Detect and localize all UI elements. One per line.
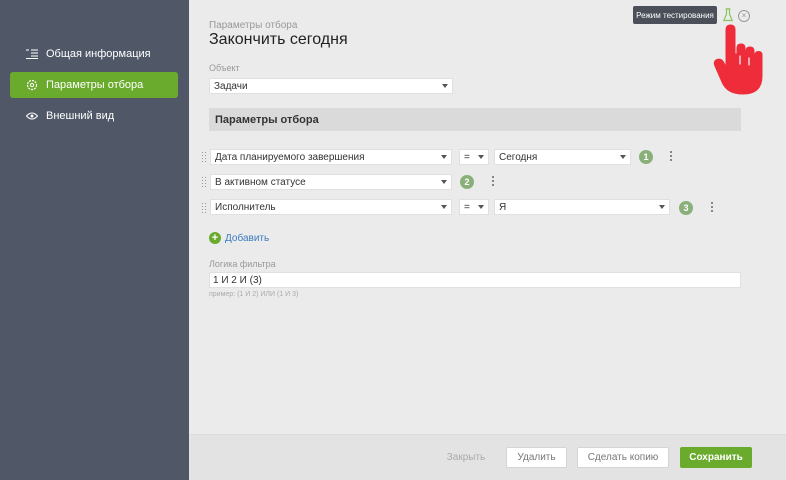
object-select[interactable]: Задачи: [209, 78, 453, 94]
add-filter-button[interactable]: + Добавить: [209, 232, 269, 244]
more-vertical-icon[interactable]: [492, 176, 495, 188]
filter-field-value: В активном статусе: [215, 176, 306, 188]
drag-handle-icon[interactable]: [202, 152, 206, 162]
plus-icon: +: [209, 232, 221, 244]
flask-icon[interactable]: [722, 8, 734, 22]
filter-logic-input[interactable]: 1 И 2 И (3): [209, 272, 741, 288]
sidebar-item-appearance[interactable]: Внешний вид: [10, 103, 178, 129]
chevron-down-icon: [442, 84, 448, 88]
page-title: Закончить сегодня: [209, 31, 348, 48]
sidebar: Общая информация Параметры отбора Внешни…: [0, 0, 189, 480]
sidebar-item-label: Общая информация: [46, 48, 151, 60]
drag-handle-icon[interactable]: [202, 177, 206, 187]
add-filter-label: Добавить: [225, 232, 270, 244]
sidebar-item-label: Внешний вид: [46, 110, 115, 122]
close-icon[interactable]: ×: [738, 10, 750, 22]
filter-index-badge: 3: [679, 201, 693, 215]
filter-operator-value: =: [464, 151, 470, 163]
chevron-down-icon: [441, 155, 447, 159]
close-button[interactable]: Закрыть: [436, 447, 496, 468]
filter-value-select[interactable]: Я: [494, 199, 670, 215]
eye-icon: [26, 110, 38, 122]
filter-section-header: Параметры отбора: [209, 108, 741, 131]
filter-value-value: Я: [499, 201, 507, 213]
chevron-down-icon: [478, 155, 484, 159]
copy-button[interactable]: Сделать копию: [577, 447, 669, 468]
filter-operator-value: =: [464, 201, 470, 213]
main-panel: Параметры отбора Закончить сегодня Объек…: [189, 0, 786, 480]
sidebar-item-label: Параметры отбора: [46, 79, 144, 91]
filter-operator-select[interactable]: =: [459, 199, 489, 215]
more-vertical-icon[interactable]: [670, 151, 673, 163]
filter-index-badge: 2: [460, 175, 474, 189]
filter-field-select[interactable]: В активном статусе: [210, 174, 452, 190]
sidebar-item-general-info[interactable]: Общая информация: [10, 41, 178, 67]
filter-index-badge: 1: [639, 150, 653, 164]
breadcrumb: Параметры отбора: [209, 20, 298, 31]
chevron-down-icon: [620, 155, 626, 159]
filter-field-select[interactable]: Исполнитель: [210, 199, 452, 215]
more-vertical-icon[interactable]: [711, 202, 714, 214]
footer-bar: Закрыть Удалить Сделать копию Сохранить: [189, 434, 786, 480]
filter-value-select[interactable]: Сегодня: [494, 149, 631, 165]
filter-field-value: Исполнитель: [215, 201, 276, 213]
filter-operator-select[interactable]: =: [459, 149, 489, 165]
gear-icon: [26, 79, 38, 91]
object-select-value: Задачи: [214, 80, 248, 92]
filter-logic-hint: пример: (1 И 2) ИЛИ (1 И 3): [209, 291, 299, 298]
chevron-down-icon: [478, 205, 484, 209]
test-mode-tooltip: Режим тестирования: [633, 6, 717, 24]
object-label: Объект: [209, 63, 240, 73]
filter-value-value: Сегодня: [499, 151, 538, 163]
filter-field-value: Дата планируемого завершения: [215, 151, 365, 163]
filter-logic-label: Логика фильтра: [209, 259, 276, 269]
filter-field-select[interactable]: Дата планируемого завершения: [210, 149, 452, 165]
drag-handle-icon[interactable]: [202, 203, 206, 213]
save-button[interactable]: Сохранить: [680, 447, 752, 468]
delete-button[interactable]: Удалить: [506, 447, 567, 468]
chevron-down-icon: [441, 205, 447, 209]
sidebar-item-filter-params[interactable]: Параметры отбора: [10, 72, 178, 98]
chevron-down-icon: [441, 180, 447, 184]
list-icon: [26, 48, 38, 60]
pointer-hand-icon: [713, 24, 763, 96]
chevron-down-icon: [659, 205, 665, 209]
